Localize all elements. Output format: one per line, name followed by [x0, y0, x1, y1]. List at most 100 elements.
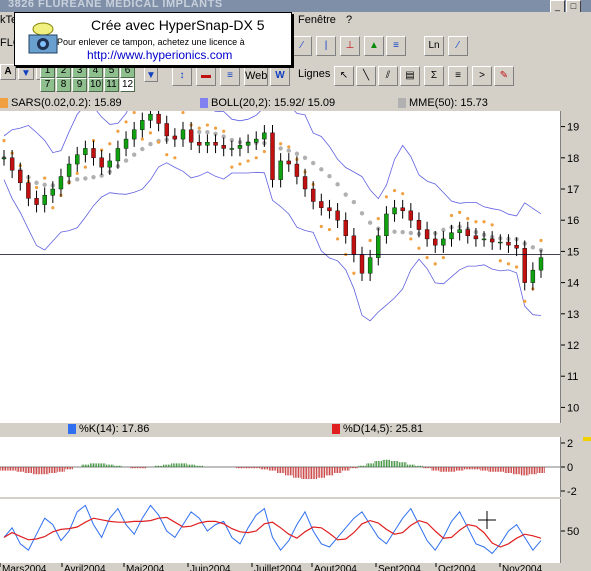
watermark-line2: Pour enlever ce tampon, achetez une lice…	[57, 37, 245, 47]
bar-chart-icon[interactable]: ⊥	[340, 36, 360, 56]
period-button-12[interactable]: 12	[120, 78, 135, 92]
grid-lines-icon[interactable]: ≡	[220, 66, 240, 86]
candle-down	[197, 142, 202, 146]
oscillator-tick-label: 0	[567, 462, 573, 474]
d-swatch	[332, 424, 340, 434]
sum-icon[interactable]: Σ	[424, 66, 444, 86]
mme-point	[392, 229, 397, 234]
candle-down	[416, 219, 422, 230]
parallel-lines-icon[interactable]: ⫽	[378, 66, 398, 86]
sars-point	[197, 126, 201, 130]
trendline-icon[interactable]: ╲	[356, 66, 376, 86]
month-label: Aout2004	[314, 564, 357, 571]
title-bar: 3826 FLUREANE MEDICAL IMPLANTS _ □	[0, 0, 591, 13]
candle-up	[75, 154, 80, 165]
price-tick-label: 13	[567, 309, 579, 321]
sars-point	[140, 137, 144, 141]
sars-point	[392, 188, 397, 193]
time-axis: Mars2004 Avril2004 Mai2004 Juin2004 Juillet2…	[0, 563, 560, 571]
scale-a-button[interactable]: A	[0, 64, 16, 80]
candle-up	[392, 207, 397, 215]
price-tick-label: 15	[567, 246, 579, 258]
sars-point	[514, 265, 519, 269]
log-scale-icon[interactable]: Ln	[424, 36, 444, 56]
menu-item-help[interactable]: ?	[346, 14, 352, 26]
mme-point	[140, 146, 145, 152]
oscillator-panel[interactable]	[0, 437, 561, 497]
period-button-7[interactable]: 7	[40, 78, 55, 92]
sars-point	[319, 224, 323, 229]
candle-up	[498, 241, 503, 244]
stochastic-panel[interactable]	[0, 499, 561, 563]
price-tick-label: 10	[567, 402, 579, 414]
price-tick-label: 19	[567, 122, 579, 134]
period-dropdown-icon[interactable]: ▼	[144, 66, 158, 82]
period-button-3[interactable]: 3	[72, 64, 87, 78]
sars-point	[482, 220, 486, 224]
line-chart-icon[interactable]: ∕	[292, 36, 312, 56]
sars-point	[181, 110, 185, 115]
sars-point	[335, 237, 340, 241]
candle-up	[131, 129, 137, 140]
sars-point	[409, 237, 413, 241]
sars-point	[506, 262, 511, 266]
candle-up	[237, 145, 243, 149]
mme-point	[359, 211, 365, 216]
period-button-6[interactable]: 6	[120, 64, 135, 78]
period-button-1[interactable]: 1	[40, 64, 55, 78]
mme-point	[83, 176, 88, 181]
d-label: %D(14,5): 25.81	[343, 423, 424, 435]
sars-point	[51, 206, 55, 210]
zoom-in-icon[interactable]: ▬	[196, 66, 216, 86]
candlestick-icon[interactable]: |	[316, 36, 336, 56]
period-button-8[interactable]: 8	[56, 78, 71, 92]
period-button-10[interactable]: 10	[88, 78, 103, 92]
candle-down	[351, 235, 357, 255]
sars-point	[523, 299, 527, 303]
sars-point	[173, 156, 177, 160]
price-chart-panel[interactable]	[0, 71, 561, 424]
watermark-link[interactable]: http://www.hyperionics.com	[87, 48, 232, 62]
web-globe-icon[interactable]: W	[270, 66, 290, 86]
candle-up	[107, 160, 112, 168]
stochastic-axis: 50	[561, 499, 591, 571]
sars-point	[148, 131, 153, 135]
volume-icon[interactable]: ≡	[386, 36, 406, 56]
candle-down	[424, 229, 430, 240]
candle-down	[34, 198, 39, 205]
eraser-icon[interactable]: ✎	[494, 66, 514, 86]
period-button-9[interactable]: 9	[72, 78, 87, 92]
watermark-line1: Crée avec HyperSnap-DX 5	[91, 17, 265, 33]
candle-up	[58, 176, 64, 190]
candle-down	[522, 248, 527, 283]
oscillator-axis: 2 0 -2	[561, 435, 591, 498]
mme-point	[400, 229, 405, 235]
candle-down	[506, 241, 511, 246]
area-chart-icon[interactable]: ▲	[364, 36, 384, 56]
period-button-11[interactable]: 11	[104, 78, 119, 92]
sars-point	[287, 145, 291, 149]
sars-point	[213, 126, 218, 130]
sars-point	[108, 142, 112, 146]
web-button[interactable]: Web	[244, 66, 268, 86]
sars-point	[34, 185, 39, 190]
horizontal-lines-icon[interactable]: ≡	[448, 66, 468, 86]
candle-up	[205, 142, 210, 146]
sars-label: SARS(0.02,0.2): 15.89	[11, 97, 122, 109]
price-tick-label: 12	[567, 340, 579, 352]
mme-point	[351, 199, 357, 205]
zoom-vertical-icon[interactable]: ↕	[172, 66, 192, 86]
period-button-4[interactable]: 4	[88, 64, 103, 78]
arrow-tool-icon[interactable]: >	[472, 66, 492, 86]
period-button-2[interactable]: 2	[56, 64, 71, 78]
menu-item-window[interactable]: Fenêtre	[298, 14, 336, 26]
indicator-icon[interactable]: ⁄	[448, 36, 468, 56]
scroll-down-icon[interactable]: ▼	[18, 64, 34, 80]
price-chart	[0, 71, 560, 322]
candle-down	[172, 135, 178, 140]
cursor-icon[interactable]: ↖	[334, 66, 354, 86]
period-button-5[interactable]: 5	[104, 64, 119, 78]
sars-point	[327, 227, 332, 232]
mme-point	[75, 177, 80, 182]
fibonacci-icon[interactable]: ▤	[400, 66, 420, 86]
